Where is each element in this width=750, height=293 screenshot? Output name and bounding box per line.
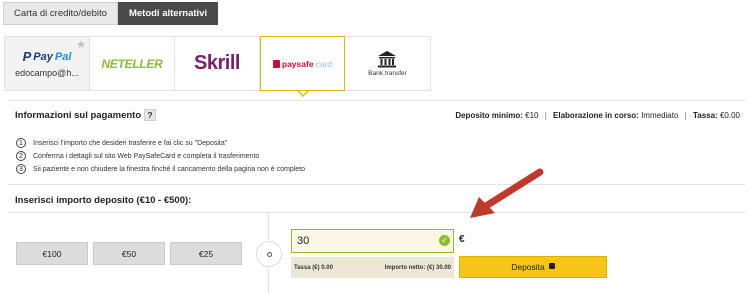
instruction-step: 2 Conferma i dettagli sul sito Web PaySa… [16, 150, 305, 162]
payment-methods: ★ P Pay Pal edocampo@h... NETELLER Skrill… [4, 36, 431, 97]
quick-amount-50-button[interactable]: €50 [93, 242, 165, 265]
processing-label: Elaborazione in corso: [553, 111, 639, 120]
method-paypal[interactable]: ★ P Pay Pal edocampo@h... [5, 37, 90, 90]
currency-symbol: € [459, 234, 465, 245]
skrill-logo: Skrill [194, 52, 240, 74]
divider [8, 212, 745, 213]
step-number: 3 [16, 164, 26, 174]
divider [8, 184, 745, 185]
instruction-step: 1 Inserisci l'importo che desideri trasf… [16, 137, 305, 149]
card-text: card [315, 58, 333, 69]
min-deposit-label: Deposito minimo: [455, 111, 523, 120]
lock-icon [548, 263, 555, 269]
tab-credit-card[interactable]: Carta di credito/debito [3, 2, 118, 25]
payment-tabs: Carta di credito/debito Metodi alternati… [3, 2, 219, 25]
step-text: Inserisci l'importo che desideri trasfer… [33, 139, 228, 147]
method-skrill[interactable]: Skrill [175, 37, 260, 90]
paypal-brand-pal: Pal [54, 50, 72, 63]
quick-amount-100-button[interactable]: €100 [16, 242, 88, 265]
fee-summary: Tassa (€) 0.00 Importo netto: (€) 30.00 [291, 257, 454, 278]
payment-info-title: Informazioni sul pagamento [15, 110, 142, 121]
favorite-star-icon[interactable]: ★ [76, 38, 86, 51]
lock-icon [272, 59, 280, 68]
paypal-account: edocampo@h... [15, 68, 79, 78]
deposit-amount-input[interactable] [291, 229, 454, 253]
deposit-button-label: Deposita [511, 262, 545, 272]
separator: | [544, 111, 547, 120]
bank-icon [378, 51, 397, 68]
instruction-step: 3 Sii paziente e non chiudere la finestr… [16, 163, 305, 175]
instructions-list: 1 Inserisci l'importo che desideri trasf… [16, 137, 305, 176]
processing-value: Immediato [641, 111, 679, 120]
step-number: 2 [16, 151, 26, 161]
quick-amount-25-button[interactable]: €25 [170, 242, 242, 265]
net-amount-text: Importo netto: (€) 30.00 [384, 264, 451, 271]
divider [8, 100, 745, 101]
custom-amount-radio[interactable] [256, 241, 282, 267]
deposit-amount-title: Inserisci importo deposito (€10 - €500): [15, 195, 192, 206]
bank-transfer-label: Bank transfer [368, 70, 407, 77]
paypal-logo: P Pay Pal [23, 49, 72, 64]
step-number: 1 [16, 138, 26, 148]
step-text: Conferma i dettagli sul sito Web PaySafe… [33, 152, 260, 160]
divider [268, 268, 269, 293]
tab-alternative-methods[interactable]: Metodi alternativi [117, 2, 219, 25]
method-neteller[interactable]: NETELLER [90, 37, 175, 90]
deposit-button[interactable]: Deposita [459, 256, 607, 278]
radio-dot-icon [266, 251, 272, 257]
fee-text: Tassa (€) 0.00 [294, 264, 333, 271]
method-bank-transfer[interactable]: Bank transfer [345, 37, 430, 90]
step-text: Sii paziente e non chiudere la finestra … [33, 165, 306, 173]
check-icon: ✓ [439, 235, 450, 246]
neteller-logo: NETELLER [101, 56, 163, 71]
divider [268, 213, 269, 240]
paysafecard-logo: paysafe card [272, 58, 333, 69]
help-icon[interactable]: ? [144, 109, 156, 121]
paysafe-text: paysafe [281, 58, 314, 69]
selected-caret-inner [298, 91, 307, 95]
separator: | [684, 111, 687, 120]
paypal-p-icon: P [22, 49, 32, 64]
method-paysafecard[interactable]: paysafe card [260, 36, 345, 97]
fee-value: €0.00 [719, 111, 740, 120]
paypal-brand-pay: Pay [33, 50, 53, 63]
fee-label: Tassa: [692, 111, 718, 120]
min-deposit-value: €10 [525, 111, 539, 120]
payment-info-meta: Deposito minimo: €10 | Elaborazione in c… [455, 111, 740, 120]
